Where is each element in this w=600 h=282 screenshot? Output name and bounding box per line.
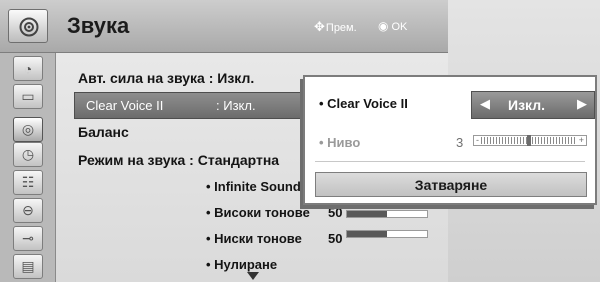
navigation-arrows-icon: ✥ (314, 19, 325, 34)
tv-menu-screen: Звука ✥Прем. ◉ OK ◔ ▭ ◎ ◷ ☷ ⊖ ⊸ ▤ Авт. си… (0, 0, 600, 282)
level-slider[interactable]: - + (473, 135, 587, 146)
slider-track (481, 135, 577, 146)
bass-value: 50 (328, 231, 343, 246)
speaker-icon[interactable]: ◎ (13, 117, 43, 142)
ok-hint: ◉ OK (378, 19, 407, 33)
monitor-icon[interactable]: ▭ (13, 84, 43, 109)
clear-voice-value: : Изкл. (216, 98, 256, 113)
level-label: • Ниво (319, 135, 361, 150)
options-icon[interactable]: ☷ (13, 170, 43, 195)
clock-icon[interactable]: ◷ (13, 142, 43, 167)
clear-voice-popup: • Clear Voice II ◀ Изкл. ▶ • Ниво 3 - + … (303, 75, 597, 205)
menu-header: Звука ✥Прем. ◉ OK (0, 0, 448, 53)
move-hint: ✥Прем. (314, 19, 357, 35)
sub-item-reset[interactable]: • Нулиране (206, 257, 277, 272)
level-value: 3 (456, 135, 464, 150)
slider-knob[interactable] (526, 135, 531, 146)
slider-plus: + (578, 135, 584, 145)
category-sidebar: ◔ ▭ ◎ ◷ ☷ ⊖ ⊸ ▤ (0, 53, 56, 282)
sub-item-bass[interactable]: • Ниски тонове (206, 231, 302, 246)
page-title: Звука (67, 13, 130, 38)
menu-item-balance[interactable]: Баланс (78, 124, 129, 140)
lock-icon[interactable]: ⊖ (13, 198, 43, 223)
divider (315, 161, 585, 162)
arrow-right-icon[interactable]: ▶ (577, 96, 587, 112)
move-hint-label: Прем. (325, 22, 357, 34)
clear-voice-selector[interactable]: ◀ Изкл. ▶ (471, 91, 595, 119)
sub-item-infinite-sound[interactable]: • Infinite Sound (206, 179, 301, 194)
treble-value: 50 (328, 205, 343, 220)
menu-item-auto-volume[interactable]: Авт. сила на звука : Изкл. (78, 70, 254, 86)
speaker-icon (8, 9, 48, 43)
arrow-left-icon[interactable]: ◀ (480, 96, 490, 112)
bass-bar-fill (347, 231, 387, 237)
selector-value: Изкл. (508, 97, 545, 113)
bass-bar (346, 230, 428, 238)
close-button[interactable]: Затваряне (315, 172, 587, 197)
treble-bar (346, 210, 428, 218)
scroll-down-arrow-icon[interactable] (247, 272, 259, 280)
ok-hint-label: OK (391, 21, 408, 33)
popup-clear-voice-label: • Clear Voice II (319, 96, 408, 111)
menu-item-sound-mode[interactable]: Режим на звука : Стандартна (78, 152, 279, 168)
media-icon[interactable]: ▤ (13, 254, 43, 279)
treble-bar-fill (347, 211, 387, 217)
sub-item-treble[interactable]: • Високи тонове (206, 205, 310, 220)
ok-button-icon: ◉ (378, 19, 389, 33)
input-icon[interactable]: ⊸ (13, 226, 43, 251)
satellite-dish-icon[interactable]: ◔ (13, 56, 43, 81)
slider-minus: - (476, 135, 479, 145)
clear-voice-label: Clear Voice II (86, 98, 164, 113)
